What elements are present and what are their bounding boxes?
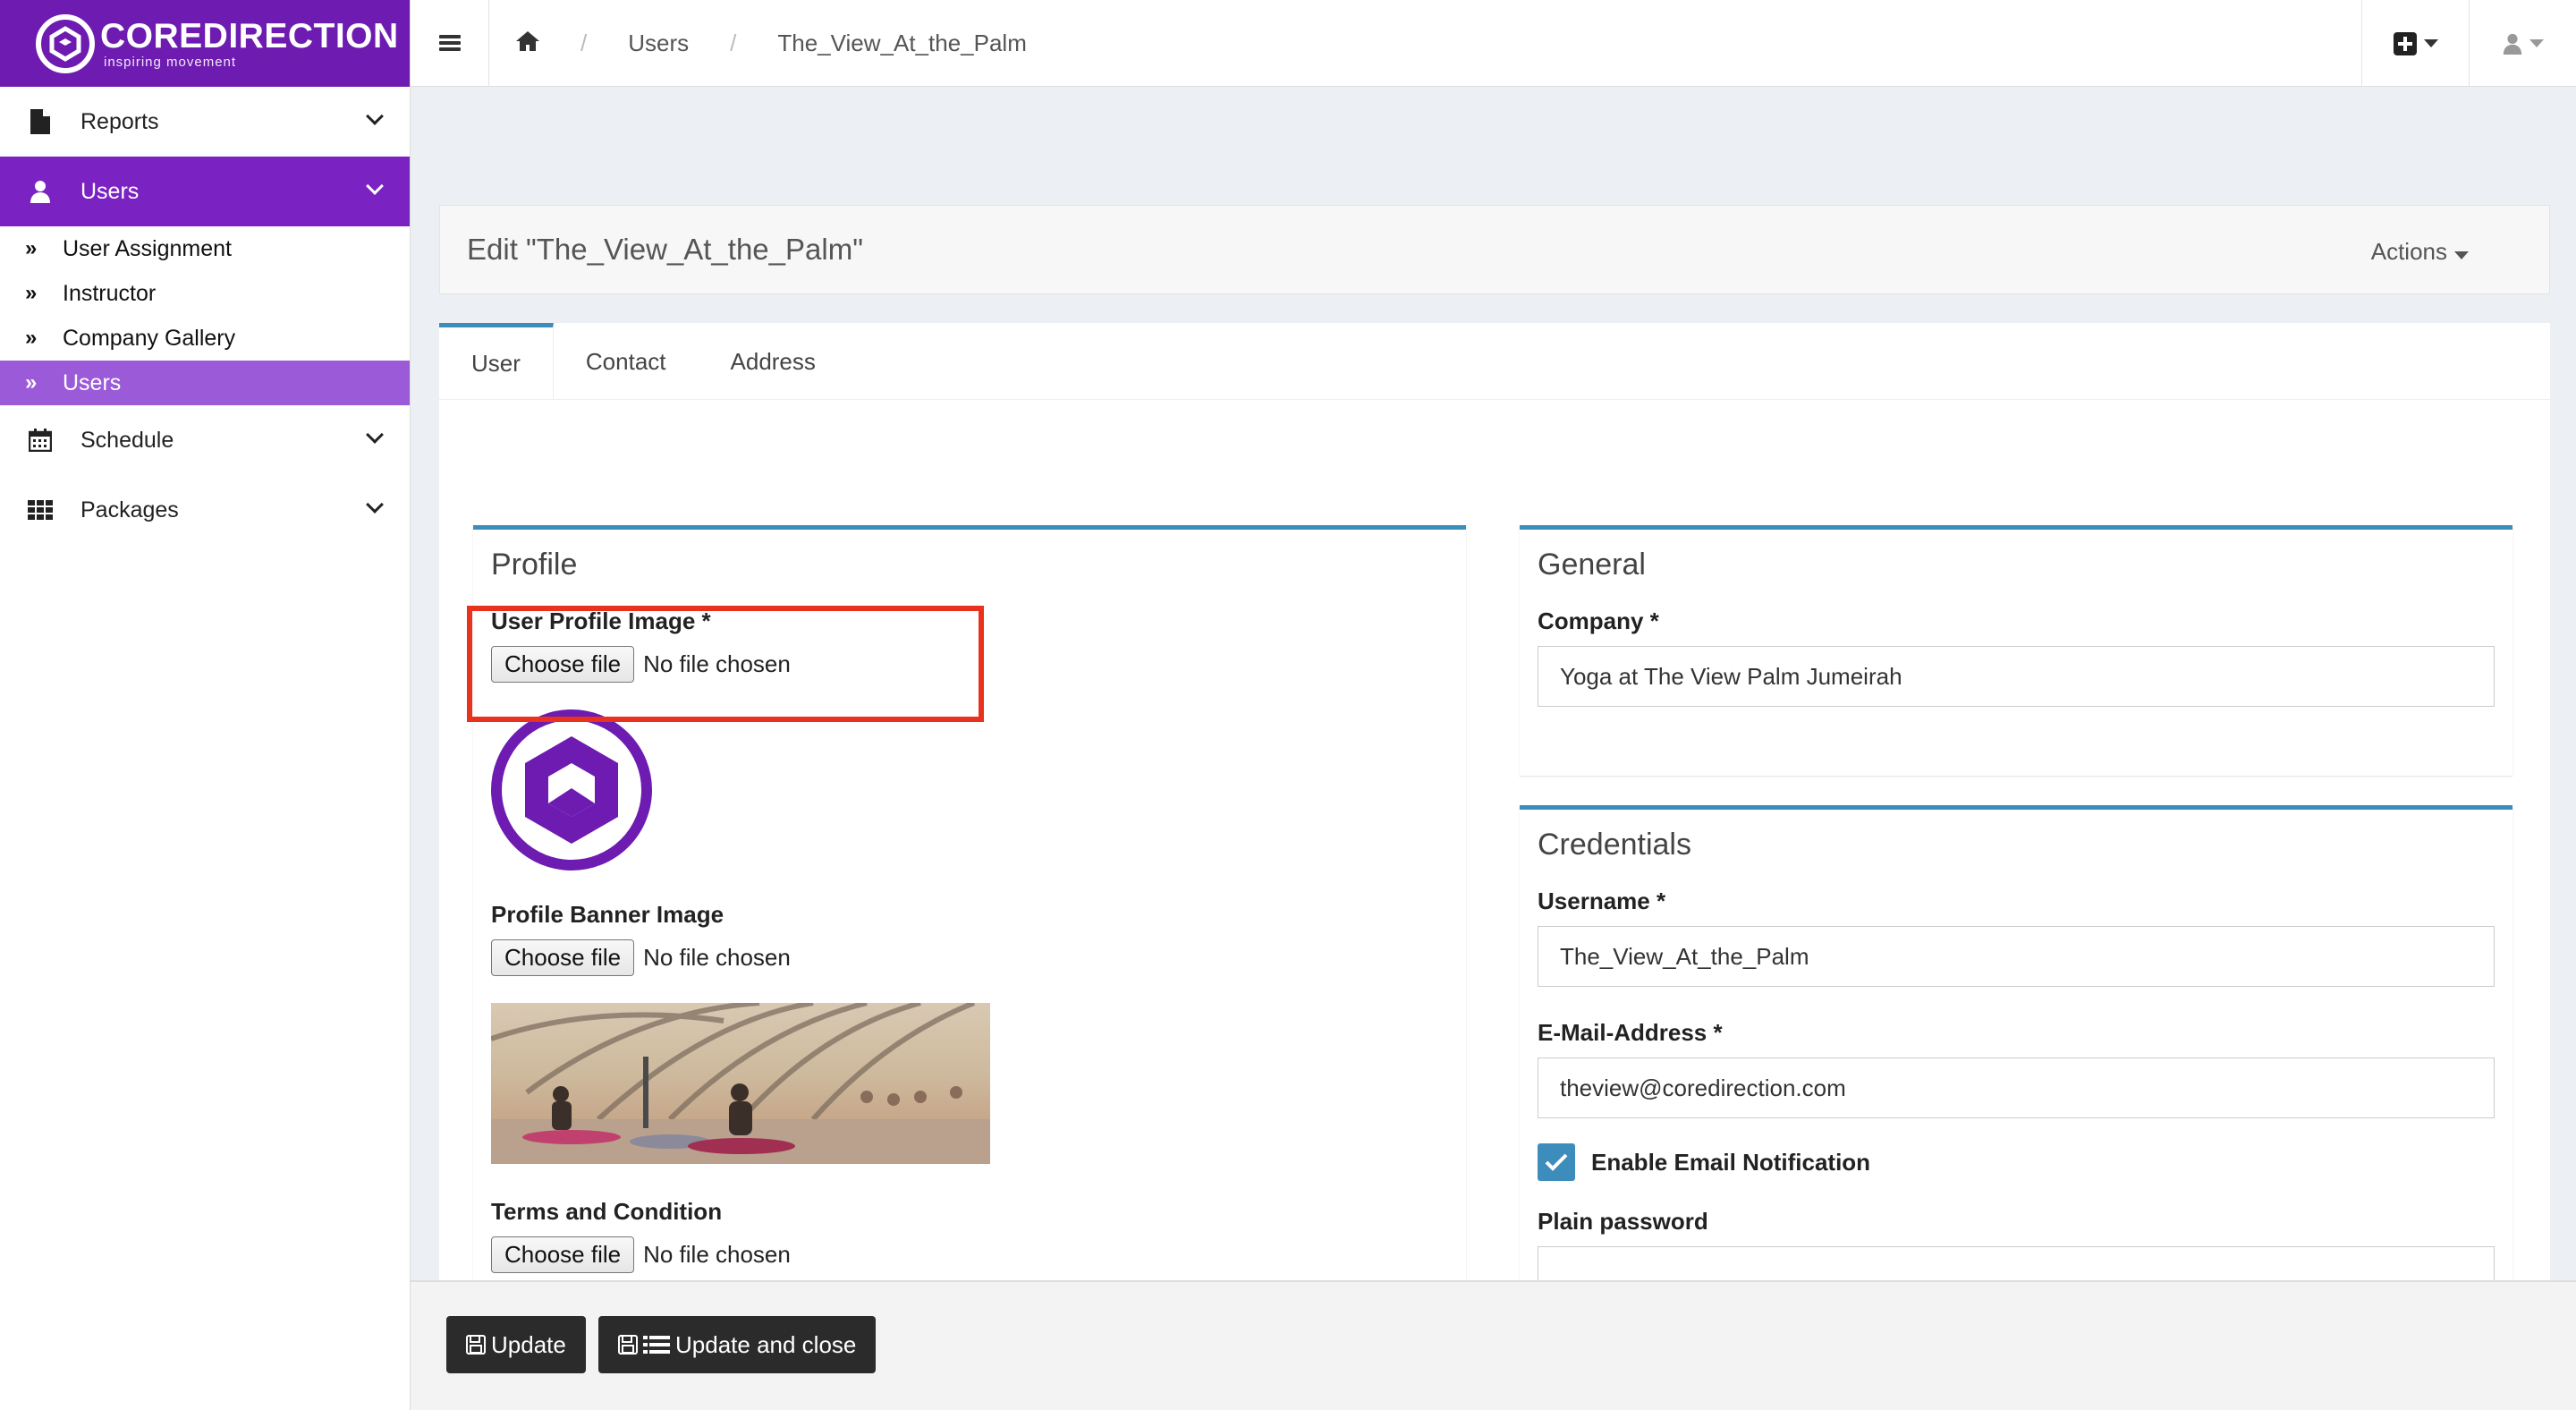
sidebar-subitem-user-assignment[interactable]: » User Assignment — [0, 226, 410, 271]
profile-image-preview — [491, 709, 652, 871]
double-chevron-icon: » — [25, 281, 38, 305]
page-title: Edit "The_View_At_the_Palm" — [467, 233, 863, 266]
brand-tagline: inspiring movement — [104, 54, 237, 70]
general-panel: General Company * Yoga at The View Palm … — [1520, 525, 2512, 776]
profile-image-file-input[interactable]: Choose file No file chosen — [491, 646, 1448, 683]
check-icon — [1545, 1153, 1568, 1171]
double-chevron-icon: » — [25, 236, 38, 260]
logo-icon — [36, 13, 95, 73]
tab-content: Profile User Profile Image * Choose file… — [439, 400, 2550, 1342]
company-label: Company * — [1538, 607, 1659, 634]
chevron-down-icon — [366, 496, 384, 514]
calendar-icon — [27, 429, 54, 452]
add-menu-button[interactable] — [2361, 0, 2469, 87]
chevron-down-icon — [366, 177, 384, 195]
sidebar-item-packages[interactable]: Packages — [0, 475, 410, 545]
sidebar-item-label: Schedule — [80, 427, 174, 453]
sidebar-subitem-instructor[interactable]: » Instructor — [0, 271, 410, 316]
sidebar-item-schedule[interactable]: Schedule — [0, 405, 410, 475]
breadcrumb: / Users / The_View_At_the_Palm — [489, 30, 1027, 57]
update-and-close-label: Update and close — [675, 1330, 857, 1358]
user-icon — [2503, 33, 2521, 55]
sidebar-subitem-label: Company Gallery — [63, 325, 236, 351]
sidebar: COREDIRECTION inspiring movement Reports… — [0, 0, 411, 1410]
save-icon — [466, 1335, 486, 1355]
user-icon — [27, 180, 54, 203]
profile-panel: Profile User Profile Image * Choose file… — [467, 525, 1466, 1330]
user-menu-button[interactable] — [2469, 0, 2576, 87]
update-label: Update — [491, 1330, 566, 1358]
general-heading: General — [1538, 548, 1646, 582]
file-icon — [27, 109, 54, 134]
double-chevron-icon: » — [25, 326, 38, 350]
credentials-panel: Credentials Username * The_View_At_the_P… — [1520, 805, 2512, 1342]
tab-contact[interactable]: Contact — [554, 323, 699, 400]
banner-image-preview — [491, 1003, 990, 1164]
email-field[interactable]: theview@coredirection.com — [1538, 1058, 2495, 1118]
form-footer: Update Update and close — [411, 1280, 2576, 1410]
profile-heading: Profile — [491, 548, 578, 582]
sidebar-subitem-label: Users — [63, 369, 122, 395]
tab-address[interactable]: Address — [699, 323, 848, 400]
tab-bar: User Contact Address — [439, 323, 2550, 400]
choose-file-button[interactable]: Choose file — [491, 939, 635, 976]
update-button[interactable]: Update — [446, 1316, 586, 1373]
top-navbar: / Users / The_View_At_the_Palm — [411, 0, 2576, 87]
chevron-down-icon — [366, 107, 384, 125]
sidebar-subitem-label: Instructor — [63, 280, 157, 306]
actions-label: Actions — [2370, 238, 2447, 265]
caret-down-icon — [2454, 251, 2469, 259]
choose-file-button[interactable]: Choose file — [491, 1236, 635, 1273]
list-icon — [643, 1335, 670, 1355]
save-icon — [618, 1335, 638, 1355]
breadcrumb-users[interactable]: Users — [628, 30, 689, 57]
email-notification-row: Enable Email Notification — [1538, 1143, 2495, 1181]
email-label: E-Mail-Address * — [1538, 1019, 1723, 1046]
caret-down-icon — [2423, 39, 2438, 47]
sidebar-subitem-label: User Assignment — [63, 235, 232, 261]
grid-icon — [27, 500, 54, 520]
brand-logo[interactable]: COREDIRECTION inspiring movement — [0, 0, 410, 87]
sidebar-item-label: Reports — [80, 108, 159, 134]
sidebar-item-reports[interactable]: Reports — [0, 87, 410, 157]
email-notification-label: Enable Email Notification — [1591, 1148, 1871, 1176]
plus-square-icon — [2393, 31, 2417, 55]
double-chevron-icon: » — [25, 370, 38, 395]
no-file-text: No file chosen — [643, 944, 791, 971]
company-select[interactable]: Yoga at The View Palm Jumeirah — [1538, 646, 2495, 707]
banner-image-label: Profile Banner Image — [491, 901, 724, 928]
menu-toggle-icon[interactable] — [411, 0, 489, 87]
sidebar-item-label: Users — [80, 178, 140, 204]
sidebar-item-users[interactable]: Users — [0, 157, 410, 226]
sidebar-subitem-users[interactable]: » Users — [0, 361, 410, 405]
breadcrumb-current: The_View_At_the_Palm — [777, 29, 1027, 56]
banner-image-file-input[interactable]: Choose file No file chosen — [491, 939, 1448, 976]
username-field[interactable]: The_View_At_the_Palm — [1538, 926, 2495, 987]
page-header: Edit "The_View_At_the_Palm" Actions — [439, 205, 2550, 294]
chevron-down-icon — [366, 426, 384, 444]
tab-user[interactable]: User — [439, 323, 554, 400]
actions-dropdown[interactable]: Actions — [2371, 238, 2469, 266]
terms-label: Terms and Condition — [491, 1198, 723, 1225]
no-file-text: No file chosen — [643, 1241, 791, 1268]
no-file-text: No file chosen — [643, 650, 791, 677]
email-notification-checkbox[interactable] — [1538, 1143, 1575, 1181]
sidebar-item-label: Packages — [80, 497, 179, 522]
main-content: Edit "The_View_At_the_Palm" Actions User… — [411, 87, 2576, 1410]
choose-file-button[interactable]: Choose file — [491, 646, 635, 683]
caret-down-icon — [2529, 39, 2544, 47]
username-label: Username * — [1538, 888, 1666, 914]
terms-file-input[interactable]: Choose file No file chosen — [491, 1236, 1448, 1273]
password-label: Plain password — [1538, 1208, 1708, 1235]
home-icon[interactable] — [516, 30, 539, 57]
brand-name: COREDIRECTION — [100, 16, 399, 55]
sidebar-subitem-company-gallery[interactable]: » Company Gallery — [0, 316, 410, 361]
update-and-close-button[interactable]: Update and close — [598, 1316, 877, 1373]
profile-image-label: User Profile Image * — [491, 607, 711, 634]
credentials-heading: Credentials — [1538, 828, 1691, 862]
